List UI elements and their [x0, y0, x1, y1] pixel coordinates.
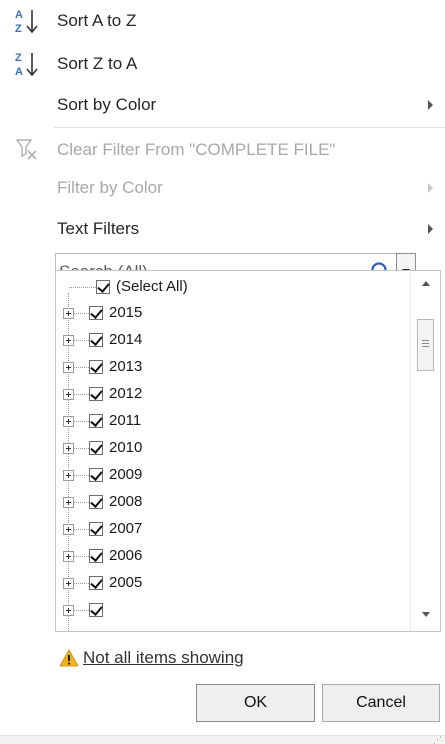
item-label: 2013 — [109, 358, 143, 375]
sort-by-color-item[interactable]: Sort by Color — [0, 85, 445, 125]
value-tree: (Select All) 2015 2014 2013 2012 2011 20… — [56, 271, 411, 631]
sort-a-to-z-label: Sort A to Z — [57, 11, 137, 30]
item-label: 2011 — [109, 412, 142, 429]
expand-icon[interactable] — [63, 497, 74, 508]
expand-icon[interactable] — [63, 470, 74, 481]
item-label: 2007 — [109, 520, 143, 537]
item-checkbox[interactable] — [89, 468, 103, 482]
expand-icon[interactable] — [63, 416, 74, 427]
warning-icon — [59, 649, 79, 667]
sort-a-to-z-item[interactable]: A Z Sort A to Z — [0, 1, 445, 41]
item-checkbox[interactable] — [89, 495, 103, 509]
resize-grip-icon[interactable]: ⋰ — [433, 736, 442, 744]
clear-filter-icon — [14, 136, 40, 164]
filter-by-color-label: Filter by Color — [57, 178, 163, 197]
item-label: 2014 — [109, 331, 143, 348]
item-label: 2008 — [109, 493, 143, 510]
cancel-button[interactable]: Cancel — [322, 684, 440, 722]
item-checkbox[interactable] — [89, 360, 103, 374]
svg-text:A: A — [15, 9, 23, 21]
select-all-label: (Select All) — [116, 278, 188, 295]
submenu-arrow-icon — [428, 224, 433, 234]
not-all-items-warning[interactable]: Not all items showing — [59, 645, 244, 671]
list-item[interactable]: 2014 — [56, 327, 411, 353]
select-all-row[interactable]: (Select All) — [56, 274, 411, 300]
list-item[interactable]: 2009 — [56, 462, 411, 488]
vertical-scrollbar[interactable] — [410, 271, 440, 631]
expand-icon[interactable] — [63, 443, 74, 454]
list-item[interactable]: 2008 — [56, 489, 411, 515]
expand-icon[interactable] — [63, 389, 74, 400]
scroll-thumb[interactable] — [417, 319, 434, 371]
list-item-partial[interactable] — [56, 597, 411, 623]
item-checkbox[interactable] — [89, 387, 103, 401]
submenu-arrow-icon — [428, 100, 433, 110]
expand-icon[interactable] — [63, 335, 74, 346]
expand-icon[interactable] — [63, 551, 74, 562]
item-label: 2009 — [109, 466, 143, 483]
sort-by-color-label: Sort by Color — [57, 95, 157, 114]
list-item[interactable]: 2012 — [56, 381, 411, 407]
expand-icon[interactable] — [63, 308, 74, 319]
item-label: 2006 — [109, 547, 143, 564]
item-checkbox[interactable] — [89, 306, 103, 320]
item-checkbox[interactable] — [89, 441, 103, 455]
ok-button[interactable]: OK — [196, 684, 315, 722]
item-label: 2010 — [109, 439, 143, 456]
item-checkbox[interactable] — [89, 603, 103, 617]
text-filters-label: Text Filters — [57, 219, 140, 238]
sort-z-to-a-item[interactable]: Z A Sort Z to A — [0, 44, 445, 84]
clear-filter-item[interactable]: Clear Filter From "COMPLETE FILE" — [0, 130, 445, 170]
select-all-checkbox[interactable] — [96, 280, 110, 294]
submenu-arrow-icon — [428, 183, 433, 193]
list-item[interactable]: 2011 — [56, 408, 411, 434]
expand-icon[interactable] — [63, 578, 74, 589]
filter-by-color-item[interactable]: Filter by Color — [0, 168, 445, 208]
value-list: (Select All) 2015 2014 2013 2012 2011 20… — [55, 270, 441, 632]
item-label: 2012 — [109, 385, 143, 402]
not-all-items-link[interactable]: Not all items showing — [83, 648, 244, 668]
text-filters-item[interactable]: Text Filters — [0, 209, 445, 249]
item-checkbox[interactable] — [89, 414, 103, 428]
sort-z-to-a-label: Sort Z to A — [57, 54, 138, 73]
item-checkbox[interactable] — [89, 576, 103, 590]
list-item[interactable]: 2007 — [56, 516, 411, 542]
item-checkbox[interactable] — [89, 549, 103, 563]
list-item[interactable]: 2013 — [56, 354, 411, 380]
list-item[interactable]: 2015 — [56, 300, 411, 326]
item-label: 2005 — [109, 574, 143, 591]
tree-branch — [69, 287, 96, 288]
item-checkbox[interactable] — [89, 522, 103, 536]
resize-footer: ⋰ — [0, 735, 445, 744]
expand-icon[interactable] — [63, 524, 74, 535]
scroll-up-icon[interactable] — [422, 281, 430, 286]
sort-descending-icon: Z A — [14, 50, 40, 78]
sort-ascending-icon: A Z — [14, 7, 40, 35]
svg-text:Z: Z — [15, 23, 22, 35]
item-label: 2015 — [109, 304, 143, 321]
scroll-down-icon[interactable] — [422, 612, 430, 617]
list-item[interactable]: 2006 — [56, 543, 411, 569]
list-item[interactable]: 2010 — [56, 435, 411, 461]
autofilter-dropdown: A Z Sort A to Z Z A Sort Z to A Sort by … — [0, 0, 445, 744]
clear-filter-label: Clear Filter From "COMPLETE FILE" — [57, 140, 336, 159]
item-checkbox[interactable] — [89, 333, 103, 347]
svg-text:A: A — [15, 66, 23, 78]
svg-text:Z: Z — [15, 52, 22, 64]
expand-icon[interactable] — [63, 605, 74, 616]
separator — [54, 127, 445, 128]
expand-icon[interactable] — [63, 362, 74, 373]
list-item[interactable]: 2005 — [56, 570, 411, 596]
